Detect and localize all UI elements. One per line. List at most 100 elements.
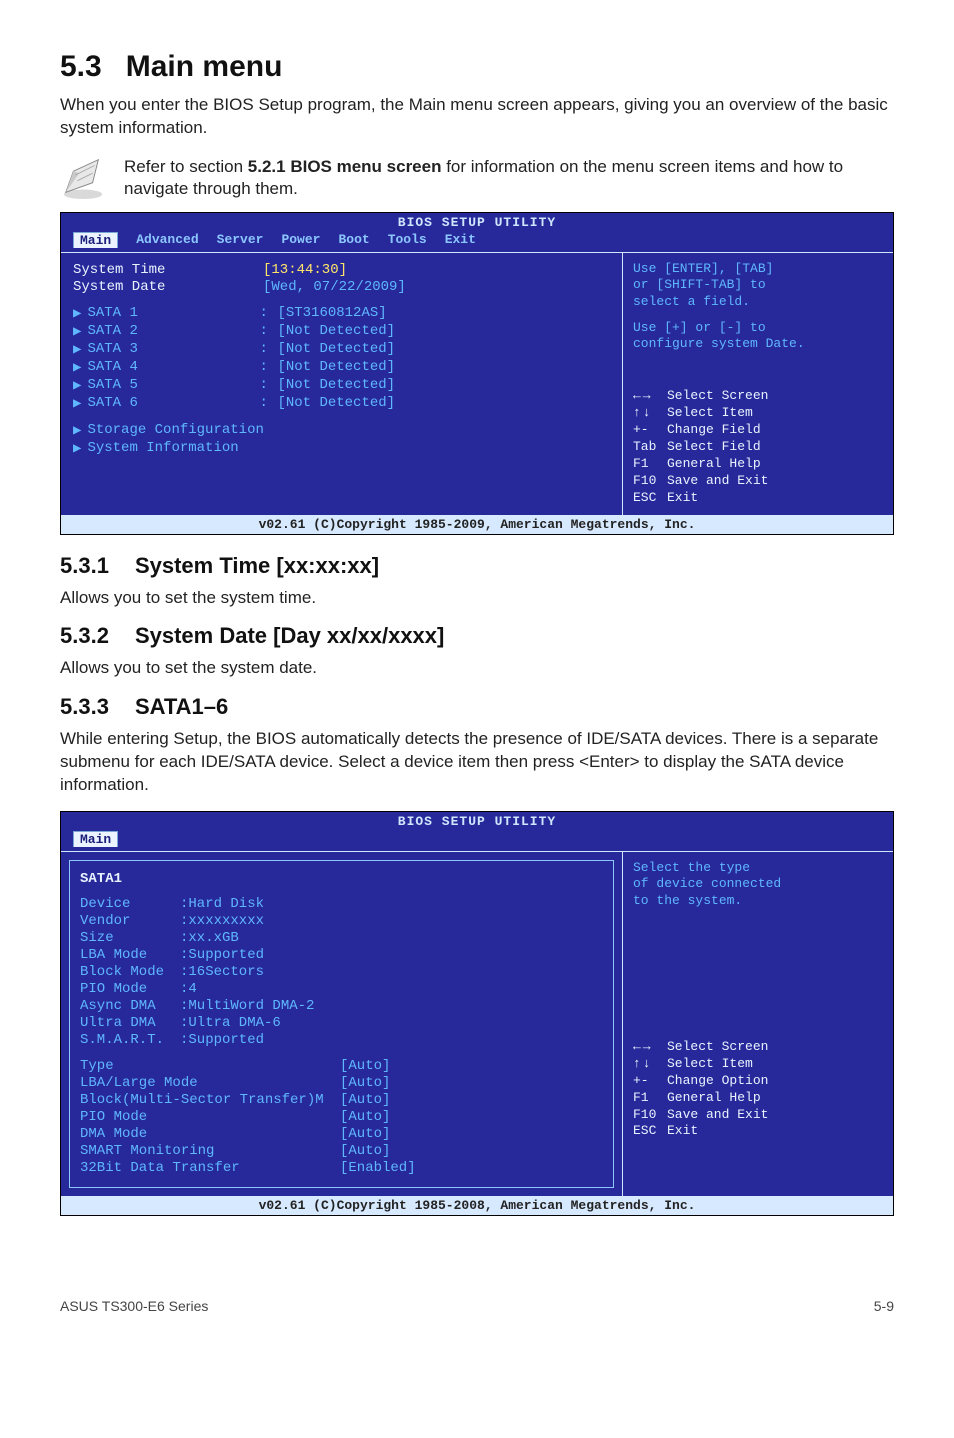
- opt-type-l[interactable]: Type: [80, 1058, 340, 1074]
- sata2-label[interactable]: SATA 2: [87, 323, 259, 340]
- opt-dma-v[interactable]: [Auto]: [340, 1126, 390, 1142]
- hint1-l2: or [SHIFT-TAB] to: [633, 277, 883, 293]
- key-pm: +-: [633, 422, 667, 439]
- skey-f1: F1: [633, 1090, 667, 1107]
- system-time-value[interactable]: [13:44:30]: [263, 262, 347, 278]
- opt-lba-v[interactable]: [Auto]: [340, 1075, 390, 1091]
- sata5-label[interactable]: SATA 5: [87, 377, 259, 394]
- system-info-item[interactable]: System Information: [87, 440, 277, 457]
- key-f1: F1: [633, 456, 667, 473]
- skey-esc: ESC: [633, 1123, 667, 1140]
- opt-smartmon-l[interactable]: SMART Monitoring: [80, 1143, 340, 1159]
- opt-pio-v[interactable]: [Auto]: [340, 1109, 390, 1125]
- triangle-icon: ▶: [73, 377, 81, 394]
- h532-title: System Date [Day xx/xx/xxxx]: [135, 623, 444, 648]
- inf-lba-l: LBA Mode: [80, 947, 180, 963]
- h533-title: SATA1–6: [135, 694, 228, 719]
- sata-right-pane: Select the type of device connected to t…: [622, 852, 893, 1196]
- bios-tab-row: Main Advanced Server Power Boot Tools Ex…: [61, 232, 893, 252]
- inf-device-l: Device: [80, 896, 180, 912]
- bios-main-box: BIOS SETUP UTILITY Main Advanced Server …: [60, 212, 894, 534]
- bios-utility-title: BIOS SETUP UTILITY: [61, 213, 893, 232]
- system-date-value[interactable]: [Wed, 07/22/2009]: [263, 279, 406, 295]
- bios-sata-footer: v02.61 (C)Copyright 1985-2008, American …: [61, 1196, 893, 1215]
- inf-size-v: :xx.xGB: [180, 930, 239, 946]
- heading-num: 5.3: [60, 50, 102, 83]
- sata3-label[interactable]: SATA 3: [87, 341, 259, 358]
- opt-block-l[interactable]: Block(Multi-Sector Transfer)M: [80, 1092, 340, 1108]
- sata-utility-title: BIOS SETUP UTILITY: [61, 812, 893, 831]
- help-keys: ←→Select Screen ↑↓Select Item +-Change F…: [633, 388, 883, 506]
- key-ud: ↑↓: [633, 405, 667, 422]
- help-pm: Change Field: [667, 422, 761, 437]
- inf-pio-l: PIO Mode: [80, 981, 180, 997]
- sata6-label[interactable]: SATA 6: [87, 395, 259, 412]
- key-lr: ←→: [633, 388, 667, 405]
- inf-smart-v: :Supported: [180, 1032, 264, 1048]
- p533: While entering Setup, the BIOS automatic…: [60, 728, 894, 797]
- key-esc: ESC: [633, 490, 667, 507]
- hint2-l1: Use [+] or [-] to: [633, 320, 883, 336]
- help-tab: Select Field: [667, 439, 761, 454]
- skey-pm: +-: [633, 1073, 667, 1090]
- heading-531: 5.3.1System Time [xx:xx:xx]: [60, 553, 894, 579]
- sata-tab-main[interactable]: Main: [73, 831, 118, 847]
- bios-left-pane: System Time [13:44:30] System Date [Wed,…: [61, 253, 622, 514]
- sata4-val: [Not Detected]: [277, 359, 395, 376]
- shelp-lr: Select Screen: [667, 1039, 768, 1054]
- inf-vendor-v: :xxxxxxxxx: [180, 913, 264, 929]
- inf-ultra-v: :Ultra DMA-6: [180, 1015, 281, 1031]
- tab-tools[interactable]: Tools: [388, 232, 427, 248]
- shelp-f1: General Help: [667, 1090, 761, 1105]
- triangle-icon: ▶: [73, 395, 81, 412]
- triangle-icon: ▶: [73, 422, 81, 439]
- note-bold: 5.2.1 BIOS menu screen: [248, 157, 442, 176]
- h531-num: 5.3.1: [60, 553, 109, 578]
- shelp-pm: Change Option: [667, 1073, 768, 1088]
- opt-type-v[interactable]: [Auto]: [340, 1058, 390, 1074]
- opt-dma-l[interactable]: DMA Mode: [80, 1126, 340, 1142]
- opt-block-v[interactable]: [Auto]: [340, 1092, 390, 1108]
- system-time-label[interactable]: System Time: [73, 262, 263, 278]
- inf-async-v: :MultiWord DMA-2: [180, 998, 314, 1014]
- system-date-label[interactable]: System Date: [73, 279, 263, 295]
- hint-block-1: Use [ENTER], [TAB] or [SHIFT-TAB] to sel…: [633, 261, 883, 310]
- opt-smartmon-v[interactable]: [Auto]: [340, 1143, 390, 1159]
- triangle-icon: ▶: [73, 440, 81, 457]
- inf-size-l: Size: [80, 930, 180, 946]
- inf-smart-l: S.M.A.R.T.: [80, 1032, 180, 1048]
- tab-boot[interactable]: Boot: [338, 232, 369, 248]
- tab-exit[interactable]: Exit: [445, 232, 476, 248]
- p532: Allows you to set the system date.: [60, 657, 894, 680]
- sata6-val: [Not Detected]: [277, 395, 395, 412]
- note-row: Refer to section 5.2.1 BIOS menu screen …: [60, 154, 894, 200]
- inf-block-v: :16Sectors: [180, 964, 264, 980]
- hint1-l3: select a field.: [633, 294, 883, 310]
- sata-header: SATA1: [80, 871, 603, 887]
- triangle-icon: ▶: [73, 359, 81, 376]
- sata2-val: [Not Detected]: [277, 323, 395, 340]
- key-f10: F10: [633, 473, 667, 490]
- inf-pio-v: :4: [180, 981, 197, 997]
- help-ud: Select Item: [667, 405, 753, 420]
- triangle-icon: ▶: [73, 305, 81, 322]
- tab-power[interactable]: Power: [281, 232, 320, 248]
- skey-lr: ←→: [633, 1039, 667, 1056]
- opt-32bit-v[interactable]: [Enabled]: [340, 1160, 416, 1176]
- opt-pio-l[interactable]: PIO Mode: [80, 1109, 340, 1125]
- storage-config-item[interactable]: Storage Configuration: [87, 422, 277, 439]
- opt-32bit-l[interactable]: 32Bit Data Transfer: [80, 1160, 340, 1176]
- hint2-l2: configure system Date.: [633, 336, 883, 352]
- tab-main[interactable]: Main: [73, 232, 118, 248]
- sata1-label[interactable]: SATA 1: [87, 305, 259, 322]
- sata4-label[interactable]: SATA 4: [87, 359, 259, 376]
- opt-lba-l[interactable]: LBA/Large Mode: [80, 1075, 340, 1091]
- tab-advanced[interactable]: Advanced: [136, 232, 198, 248]
- shint-l2: of device connected: [633, 876, 883, 892]
- inf-lba-v: :Supported: [180, 947, 264, 963]
- tab-server[interactable]: Server: [217, 232, 264, 248]
- shint-l3: to the system.: [633, 893, 883, 909]
- hint-block-2: Use [+] or [-] to configure system Date.: [633, 320, 883, 353]
- sata-help-keys: ←→Select Screen ↑↓Select Item +-Change O…: [633, 1039, 883, 1140]
- intro-paragraph: When you enter the BIOS Setup program, t…: [60, 94, 894, 140]
